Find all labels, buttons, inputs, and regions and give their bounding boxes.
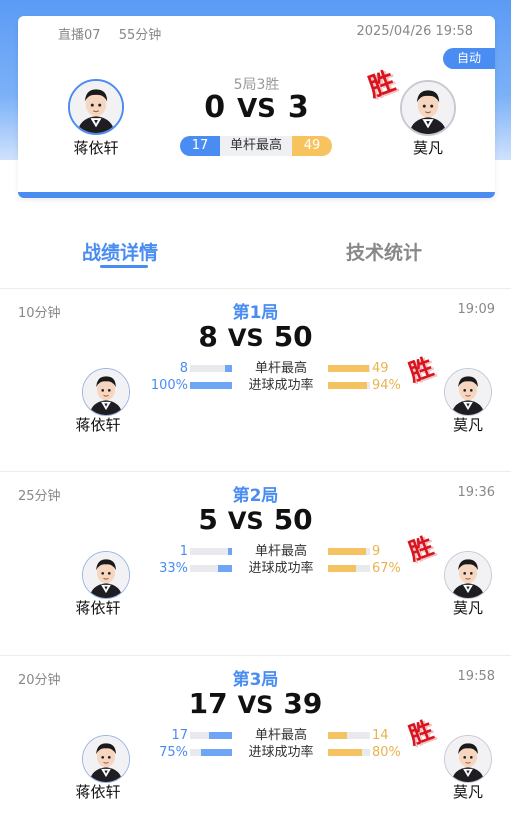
tab-bar: 战绩详情 技术统计	[0, 224, 511, 284]
match-datetime: 2025/04/26 19:58	[356, 24, 473, 39]
frame-score-left: 17	[188, 687, 228, 720]
frame-score: 17 VS 39	[0, 687, 511, 720]
right-player-name: 莫凡	[412, 139, 443, 157]
stat-left-fill	[225, 365, 232, 372]
stat-left-value: 100%	[150, 378, 188, 393]
match-summary-card: 直播07 55分钟 2025/04/26 19:58 自动 蒋依轩 5局3胜 0…	[18, 16, 495, 198]
top-break-label: 单杆最高	[220, 136, 292, 156]
stat-left-bar	[190, 548, 232, 555]
stat-left-value: 8	[179, 361, 188, 376]
vs-label: VS	[237, 691, 274, 719]
frame-score: 5 VS 50	[0, 503, 511, 536]
auto-badge[interactable]: 自动	[443, 48, 495, 69]
tab-details[interactable]: 战绩详情	[82, 238, 158, 265]
stat-left-value: 17	[171, 728, 188, 743]
duration-label: 55分钟	[118, 28, 162, 43]
card-accent-bar	[18, 192, 495, 198]
score-right: 3	[287, 90, 309, 125]
stat-right-value: 49	[372, 361, 389, 376]
stat-right-fill	[328, 382, 368, 389]
stat-row: 1 单杆最高 9	[0, 544, 511, 560]
stat-left-value: 75%	[159, 745, 188, 760]
stat-left-fill	[218, 565, 232, 572]
left-player-name: 蒋依轩	[75, 783, 121, 801]
stat-right-bar	[328, 382, 370, 389]
stat-right-bar	[328, 365, 370, 372]
stat-label: 进球成功率	[248, 745, 314, 760]
stat-label: 单杆最高	[254, 728, 307, 743]
left-player-name: 蒋依轩	[73, 139, 119, 157]
frame-block[interactable]: 20分钟 第3局 19:58 17 VS 39 蒋依轩 胜 莫凡 17 单杆最高…	[0, 657, 511, 820]
vs-label: VS	[227, 507, 264, 535]
stat-row: 8 单杆最高 49	[0, 361, 511, 377]
right-player-avatar[interactable]	[400, 80, 456, 136]
frame-block[interactable]: 10分钟 第1局 19:09 8 VS 50 蒋依轩 胜 莫凡 8 单杆最高 4…	[0, 290, 511, 473]
frame-score: 8 VS 50	[0, 320, 511, 353]
channel-label: 直播07	[58, 28, 101, 43]
stat-left-bar	[190, 382, 232, 389]
stat-right-value: 9	[372, 544, 381, 559]
stat-left-bar	[190, 732, 232, 739]
frame-score-right: 39	[283, 687, 323, 720]
frame-score-right: 50	[273, 503, 313, 536]
frame-time: 19:36	[457, 485, 495, 500]
stat-right-bar	[328, 732, 370, 739]
right-player-name: 莫凡	[452, 783, 483, 801]
stat-left-value: 1	[179, 544, 188, 559]
right-top-break: 49	[292, 136, 332, 156]
stat-left-bar	[190, 365, 232, 372]
frame-score-left: 8	[198, 320, 218, 353]
frame-time: 19:58	[457, 669, 495, 684]
right-player-name: 莫凡	[452, 599, 483, 617]
stat-label: 单杆最高	[254, 544, 307, 559]
stat-right-bar	[328, 548, 370, 555]
frame-score-left: 5	[198, 503, 218, 536]
stat-right-fill	[328, 749, 362, 756]
stat-left-fill	[227, 548, 232, 555]
stat-row: 33% 进球成功率 67%	[0, 561, 511, 577]
score-left: 0	[204, 90, 226, 125]
stat-left-value: 33%	[159, 561, 188, 576]
stat-right-value: 67%	[372, 561, 401, 576]
left-top-break: 17	[180, 136, 220, 156]
tab-active-underline	[100, 265, 148, 268]
left-player-name: 蒋依轩	[75, 599, 121, 617]
vs-label: VS	[237, 94, 276, 124]
stat-label: 进球成功率	[248, 378, 314, 393]
vs-label: VS	[227, 324, 264, 352]
stat-right-fill	[328, 565, 357, 572]
top-break-pill: 17 单杆最高 49	[180, 136, 332, 156]
stat-left-bar	[190, 565, 232, 572]
frame-time: 19:09	[457, 302, 495, 317]
stat-right-value: 14	[372, 728, 389, 743]
stat-right-fill	[328, 365, 370, 372]
frame-score-right: 50	[273, 320, 313, 353]
stat-row: 17 单杆最高 14	[0, 728, 511, 744]
stat-left-fill	[200, 749, 232, 756]
stat-row: 100% 进球成功率 94%	[0, 378, 511, 394]
stat-right-fill	[328, 732, 347, 739]
frame-block[interactable]: 25分钟 第2局 19:36 5 VS 50 蒋依轩 胜 莫凡 1 单杆最高 9…	[0, 473, 511, 656]
divider	[0, 655, 511, 656]
divider	[0, 288, 511, 289]
stat-left-fill	[208, 732, 232, 739]
stat-right-bar	[328, 565, 370, 572]
stat-right-bar	[328, 749, 370, 756]
stat-label: 进球成功率	[248, 561, 314, 576]
right-player-name: 莫凡	[452, 416, 483, 434]
tab-stats[interactable]: 技术统计	[346, 238, 422, 265]
stat-left-fill	[190, 382, 232, 389]
stat-right-value: 94%	[372, 378, 401, 393]
stat-left-bar	[190, 749, 232, 756]
stat-right-fill	[328, 548, 366, 555]
stat-label: 单杆最高	[254, 361, 307, 376]
divider	[0, 471, 511, 472]
stat-right-value: 80%	[372, 745, 401, 760]
match-meta: 直播07 55分钟	[58, 24, 161, 43]
left-player-name: 蒋依轩	[75, 416, 121, 434]
stat-row: 75% 进球成功率 80%	[0, 745, 511, 761]
